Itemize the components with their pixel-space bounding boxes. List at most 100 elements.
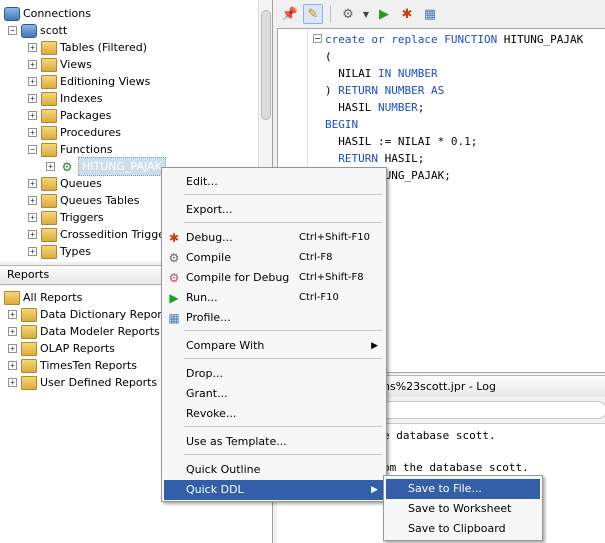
fold-icon[interactable]: − bbox=[313, 34, 322, 43]
menu-label: Compile for Debug bbox=[186, 271, 290, 284]
menu-label: Compile bbox=[186, 251, 231, 264]
tree-item-crossedition-triggers[interactable]: + Crossedition Triggers bbox=[28, 226, 175, 243]
menu-label: Drop... bbox=[186, 367, 223, 380]
menu-separator bbox=[184, 330, 382, 331]
folder-icon bbox=[41, 57, 57, 72]
tree-item-triggers[interactable]: + Triggers bbox=[28, 209, 104, 226]
tree-item-editioning-views[interactable]: + Editioning Views bbox=[28, 73, 150, 90]
collapse-icon[interactable]: − bbox=[8, 26, 17, 35]
menu-item-compare-with[interactable]: Compare With ▶ bbox=[164, 336, 384, 356]
menu-item-edit[interactable]: Edit... bbox=[164, 172, 384, 192]
collapse-icon[interactable]: − bbox=[28, 145, 37, 154]
tree-item-indexes[interactable]: + Indexes bbox=[28, 90, 102, 107]
reports-root[interactable]: All Reports bbox=[4, 289, 82, 306]
menu-item-compile-for-debug[interactable]: ⚙ Compile for Debug Ctrl+Shift-F8 bbox=[164, 268, 384, 288]
menu-item-revoke[interactable]: Revoke... bbox=[164, 404, 384, 424]
code-line: BEGIN bbox=[325, 118, 359, 131]
menu-item-debug[interactable]: ✱ Debug... Ctrl+Shift-F10 bbox=[164, 228, 384, 248]
tree-label: Queues bbox=[60, 177, 102, 190]
menu-shortcut: Ctrl+Shift-F8 bbox=[299, 272, 364, 283]
editor-toolbar: 📌 ✎ ⚙ ▼ ▶ ✱ ▦ bbox=[274, 0, 605, 28]
tree-label: Tables (Filtered) bbox=[60, 41, 148, 54]
menu-item-run[interactable]: ▶ Run... Ctrl-F10 bbox=[164, 288, 384, 308]
tree-item-tables[interactable]: + Tables (Filtered) bbox=[28, 39, 147, 56]
tree-label: OLAP Reports bbox=[40, 342, 115, 355]
expand-icon[interactable]: + bbox=[28, 43, 37, 52]
menu-item-save-to-clipboard[interactable]: Save to Clipboard bbox=[386, 519, 540, 539]
menu-label: Compare With bbox=[186, 339, 265, 352]
report-item[interactable]: + OLAP Reports bbox=[8, 340, 115, 357]
menu-label: Edit... bbox=[186, 175, 218, 188]
report-item[interactable]: + TimesTen Reports bbox=[8, 357, 137, 374]
menu-item-quick-outline[interactable]: Quick Outline bbox=[164, 460, 384, 480]
report-item[interactable]: + User Defined Reports bbox=[8, 374, 157, 391]
expand-icon[interactable]: + bbox=[8, 378, 17, 387]
connections-root[interactable]: Connections bbox=[4, 5, 91, 22]
scrollbar-thumb[interactable] bbox=[261, 10, 271, 120]
run-icon[interactable]: ▶ bbox=[374, 4, 394, 24]
edit-icon[interactable]: ✎ bbox=[303, 4, 323, 24]
menu-item-export[interactable]: Export... bbox=[164, 200, 384, 220]
expand-icon[interactable]: + bbox=[28, 128, 37, 137]
expand-icon[interactable]: + bbox=[28, 111, 37, 120]
profile-icon[interactable]: ▦ bbox=[420, 4, 440, 24]
menu-item-compile[interactable]: ⚙ Compile Ctrl-F8 bbox=[164, 248, 384, 268]
tree-label: Editioning Views bbox=[60, 75, 151, 88]
submenu-arrow-icon: ▶ bbox=[371, 341, 378, 351]
tree-item-views[interactable]: + Views bbox=[28, 56, 92, 73]
tree-label: All Reports bbox=[23, 291, 83, 304]
pin-icon[interactable]: 📌 bbox=[280, 4, 300, 24]
expand-icon[interactable]: + bbox=[28, 179, 37, 188]
chevron-down-icon[interactable]: ▼ bbox=[361, 4, 371, 24]
tree-label: Procedures bbox=[60, 126, 121, 139]
tree-item-hitung-pajak[interactable]: + ⚙ HITUNG_PAJAK bbox=[46, 157, 166, 176]
tree-item-queues[interactable]: + Queues bbox=[28, 175, 102, 192]
expand-icon[interactable]: + bbox=[8, 344, 17, 353]
menu-item-quick-ddl[interactable]: Quick DDL ▶ bbox=[164, 480, 384, 500]
run-icon: ▶ bbox=[169, 291, 179, 305]
debug-icon[interactable]: ✱ bbox=[397, 4, 417, 24]
expand-icon[interactable]: + bbox=[28, 230, 37, 239]
gear-icon[interactable]: ⚙ bbox=[338, 4, 358, 24]
menu-item-drop[interactable]: Drop... bbox=[164, 364, 384, 384]
gear-debug-icon: ⚙ bbox=[168, 271, 180, 285]
code-line: create or replace FUNCTION HITUNG_PAJAK bbox=[325, 31, 583, 48]
tree-item-procedures[interactable]: + Procedures bbox=[28, 124, 121, 141]
menu-label: Export... bbox=[186, 203, 233, 216]
expand-icon[interactable]: + bbox=[8, 327, 17, 336]
expand-icon[interactable]: + bbox=[8, 361, 17, 370]
tree-item-scott[interactable]: − scott bbox=[8, 22, 67, 39]
expand-icon[interactable]: + bbox=[28, 213, 37, 222]
expand-icon[interactable]: + bbox=[8, 310, 17, 319]
log-search-input[interactable] bbox=[373, 401, 605, 419]
menu-item-profile[interactable]: ▦ Profile... bbox=[164, 308, 384, 328]
code-keyword: RETURN bbox=[325, 152, 378, 165]
tree-item-types[interactable]: + Types bbox=[28, 243, 91, 260]
menu-item-save-to-worksheet[interactable]: Save to Worksheet bbox=[386, 499, 540, 519]
expand-icon[interactable]: + bbox=[28, 196, 37, 205]
expand-icon[interactable]: + bbox=[46, 162, 55, 171]
expand-icon[interactable]: + bbox=[28, 94, 37, 103]
menu-separator bbox=[184, 194, 382, 195]
menu-label: Run... bbox=[186, 291, 218, 304]
menu-item-use-as-template[interactable]: Use as Template... bbox=[164, 432, 384, 452]
report-item[interactable]: + Data Modeler Reports bbox=[8, 323, 160, 340]
menu-item-save-to-file[interactable]: Save to File... bbox=[386, 479, 540, 499]
code-text: HASIL; bbox=[377, 152, 425, 165]
connections-title: Connections bbox=[23, 7, 91, 20]
expand-icon[interactable]: + bbox=[28, 247, 37, 256]
folder-icon bbox=[41, 210, 57, 225]
folder-icon bbox=[21, 324, 37, 339]
menu-item-grant[interactable]: Grant... bbox=[164, 384, 384, 404]
tree-item-queues-tables[interactable]: + Queues Tables bbox=[28, 192, 140, 209]
expand-icon[interactable]: + bbox=[28, 77, 37, 86]
code-line: HASIL NUMBER; bbox=[325, 99, 424, 116]
code-keyword: RETURN NUMBER AS bbox=[338, 84, 445, 97]
tree-item-packages[interactable]: + Packages bbox=[28, 107, 111, 124]
menu-label: Save to File... bbox=[408, 482, 482, 495]
tree-item-functions[interactable]: − Functions bbox=[28, 141, 113, 158]
folder-icon bbox=[21, 307, 37, 322]
expand-icon[interactable]: + bbox=[28, 60, 37, 69]
tree-label-selected: HITUNG_PAJAK bbox=[78, 157, 166, 176]
report-item[interactable]: + Data Dictionary Reports bbox=[8, 306, 172, 323]
